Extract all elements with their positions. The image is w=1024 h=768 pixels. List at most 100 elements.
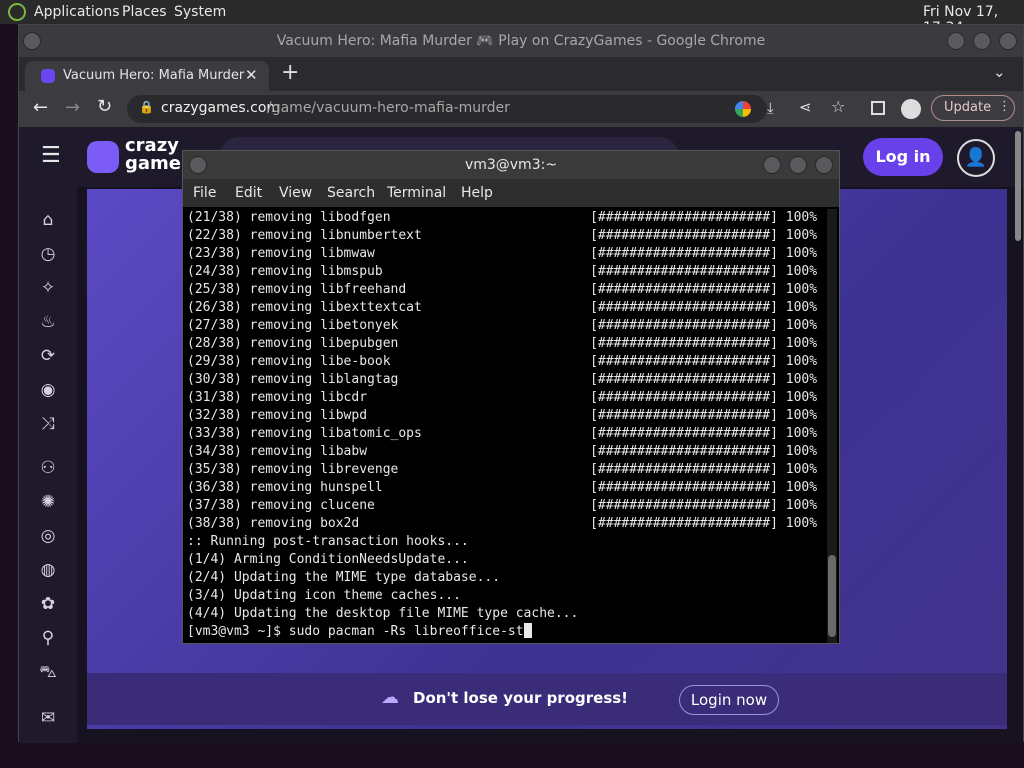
terminal-maximize-button[interactable] — [789, 156, 807, 174]
progress-bar-text: [######################] — [590, 408, 786, 423]
terminal-line: (23/38) removing libmwaw [###############… — [187, 245, 823, 263]
terminal-scroll-thumb[interactable] — [828, 555, 836, 637]
controller-icon[interactable]: ◉ — [37, 379, 59, 401]
menu-view[interactable]: View — [279, 185, 312, 201]
bookmark-star-icon[interactable]: ☆ — [831, 97, 845, 116]
fire-icon[interactable]: ♨ — [37, 311, 59, 333]
login-button[interactable]: Log in — [863, 138, 943, 176]
tab-bar: Vacuum Hero: Mafia Murder ✕ + ⌄ — [19, 57, 1023, 91]
terminal-line: (35/38) removing librevenge [############… — [187, 461, 823, 479]
terminal-scrollbar[interactable] — [827, 209, 837, 643]
window-title: Vacuum Hero: Mafia Murder 🎮 Play on Craz… — [276, 33, 766, 49]
step-counter: (21/38) — [187, 210, 250, 225]
flower-icon[interactable]: ✿ — [37, 593, 59, 615]
terminal-close-button[interactable] — [815, 156, 833, 174]
menu-search[interactable]: Search — [327, 185, 375, 201]
sparkle-icon[interactable]: ✧ — [37, 277, 59, 299]
multiplayer-icon[interactable]: ⚇ — [37, 457, 59, 479]
window-menu-button[interactable] — [23, 32, 41, 50]
progress-percent: 100% — [785, 444, 818, 459]
terminal-menubar: File Edit View Search Terminal Help — [183, 179, 839, 207]
tab-vacuum-hero[interactable]: Vacuum Hero: Mafia Murder ✕ — [25, 61, 269, 91]
desktop-top-panel: Applications Places System Fri Nov 17, 1… — [0, 0, 1024, 36]
menu-toggle-icon[interactable]: ☰ — [41, 143, 61, 168]
terminal-title: vm3@vm3:~ — [464, 157, 558, 173]
install-app-icon[interactable]: ⤓ — [767, 99, 774, 117]
maximize-button[interactable] — [973, 32, 991, 50]
car-icon[interactable]: ⛍ — [37, 661, 59, 683]
update-label: Update — [944, 100, 992, 115]
step-counter: (26/38) — [187, 300, 250, 315]
terminal-line: (2/4) Updating the MIME type database... — [187, 569, 823, 587]
mail-icon[interactable]: ✉ — [37, 707, 59, 729]
menu-file[interactable]: File — [193, 185, 216, 201]
package-name: libnumbertext — [320, 228, 422, 243]
google-lens-icon[interactable] — [735, 101, 751, 117]
terminal-output[interactable]: (21/38) removing libodfgen [#############… — [187, 209, 823, 643]
step-counter: (30/38) — [187, 372, 250, 387]
terminal-line: (37/38) removing clucene [###############… — [187, 497, 823, 515]
address-bar[interactable]: 🔒 crazygames.com /game/vacuum-hero-mafia… — [127, 95, 767, 123]
step-counter: (37/38) — [187, 498, 250, 513]
basketball-icon[interactable]: ◍ — [37, 559, 59, 581]
lock-icon[interactable]: 🔒 — [139, 100, 154, 114]
login-now-button[interactable]: Login now — [679, 685, 779, 715]
menu-help[interactable]: Help — [461, 185, 493, 201]
menu-terminal[interactable]: Terminal — [387, 185, 446, 201]
home-icon[interactable]: ⌂ — [37, 209, 59, 231]
page-scrollbar[interactable] — [1015, 131, 1021, 241]
prompt-line[interactable]: [vm3@vm3 ~]$ sudo pacman -Rs libreoffice… — [187, 623, 823, 641]
terminal-line: (26/38) removing libexttextcat [#########… — [187, 299, 823, 317]
terminal-line: :: Running post-transaction hooks... — [187, 533, 823, 551]
terminal-window-menu-button[interactable] — [189, 156, 207, 174]
removing-word: removing — [249, 318, 321, 333]
close-window-button[interactable] — [999, 32, 1017, 50]
terminal-minimize-button[interactable] — [763, 156, 781, 174]
bike-icon[interactable]: ⚲ — [37, 627, 59, 649]
refresh-icon[interactable]: ⟳ — [37, 345, 59, 367]
tab-search-chevron-icon[interactable]: ⌄ — [993, 63, 1006, 81]
forward-icon[interactable]: → — [65, 97, 80, 118]
crazygames-logo-icon[interactable] — [87, 141, 119, 173]
menu-edit[interactable]: Edit — [235, 185, 262, 201]
compass-icon[interactable]: ◎ — [37, 525, 59, 547]
progress-bar-text: [######################] — [590, 300, 786, 315]
terminal-line: (4/4) Updating the desktop file MIME typ… — [187, 605, 823, 623]
applications-menu[interactable]: Applications — [34, 4, 120, 20]
progress-bar-text: [######################] — [590, 246, 786, 261]
share-icon[interactable]: ⋖ — [799, 98, 812, 116]
progress-percent: 100% — [785, 516, 818, 531]
user-avatar-icon[interactable]: 👤 — [957, 139, 995, 177]
clock-icon[interactable]: ◷ — [37, 243, 59, 265]
progress-percent: 100% — [785, 498, 818, 513]
terminal-line: (33/38) removing libatomic_ops [#########… — [187, 425, 823, 443]
action-icon[interactable]: ✺ — [37, 491, 59, 513]
progress-percent: 100% — [785, 282, 818, 297]
profile-avatar-icon[interactable] — [901, 99, 921, 119]
shuffle-icon[interactable]: ⤨ — [37, 413, 59, 435]
package-name: libetonyek — [320, 318, 399, 333]
system-menu[interactable]: System — [174, 4, 226, 20]
removing-word: removing — [249, 336, 321, 351]
package-name: libe-book — [320, 354, 391, 369]
terminal-titlebar[interactable]: vm3@vm3:~ — [183, 151, 839, 179]
side-panel-icon[interactable] — [871, 101, 885, 115]
close-tab-icon[interactable]: ✕ — [245, 66, 258, 84]
minimize-button[interactable] — [947, 32, 965, 50]
distro-logo-icon[interactable] — [8, 3, 26, 21]
terminal-line: (30/38) removing liblangtag [############… — [187, 371, 823, 389]
crazygames-favicon-icon — [41, 69, 55, 83]
places-menu[interactable]: Places — [122, 4, 167, 20]
package-name: libcdr — [320, 390, 368, 405]
new-tab-icon[interactable]: + — [281, 60, 299, 85]
back-icon[interactable]: ← — [33, 97, 48, 118]
hook-message: (1/4) Arming ConditionNeedsUpdate... — [187, 552, 469, 567]
removing-word: removing — [249, 246, 321, 261]
step-counter: (33/38) — [187, 426, 250, 441]
progress-bar-text: [######################] — [590, 372, 786, 387]
progress-bar-text: [######################] — [590, 498, 786, 513]
removing-word: removing — [249, 408, 321, 423]
update-button[interactable]: Update ⋮ — [931, 95, 1015, 121]
reload-icon[interactable]: ↻ — [97, 96, 112, 117]
chrome-titlebar[interactable]: Vacuum Hero: Mafia Murder 🎮 Play on Craz… — [19, 25, 1023, 57]
